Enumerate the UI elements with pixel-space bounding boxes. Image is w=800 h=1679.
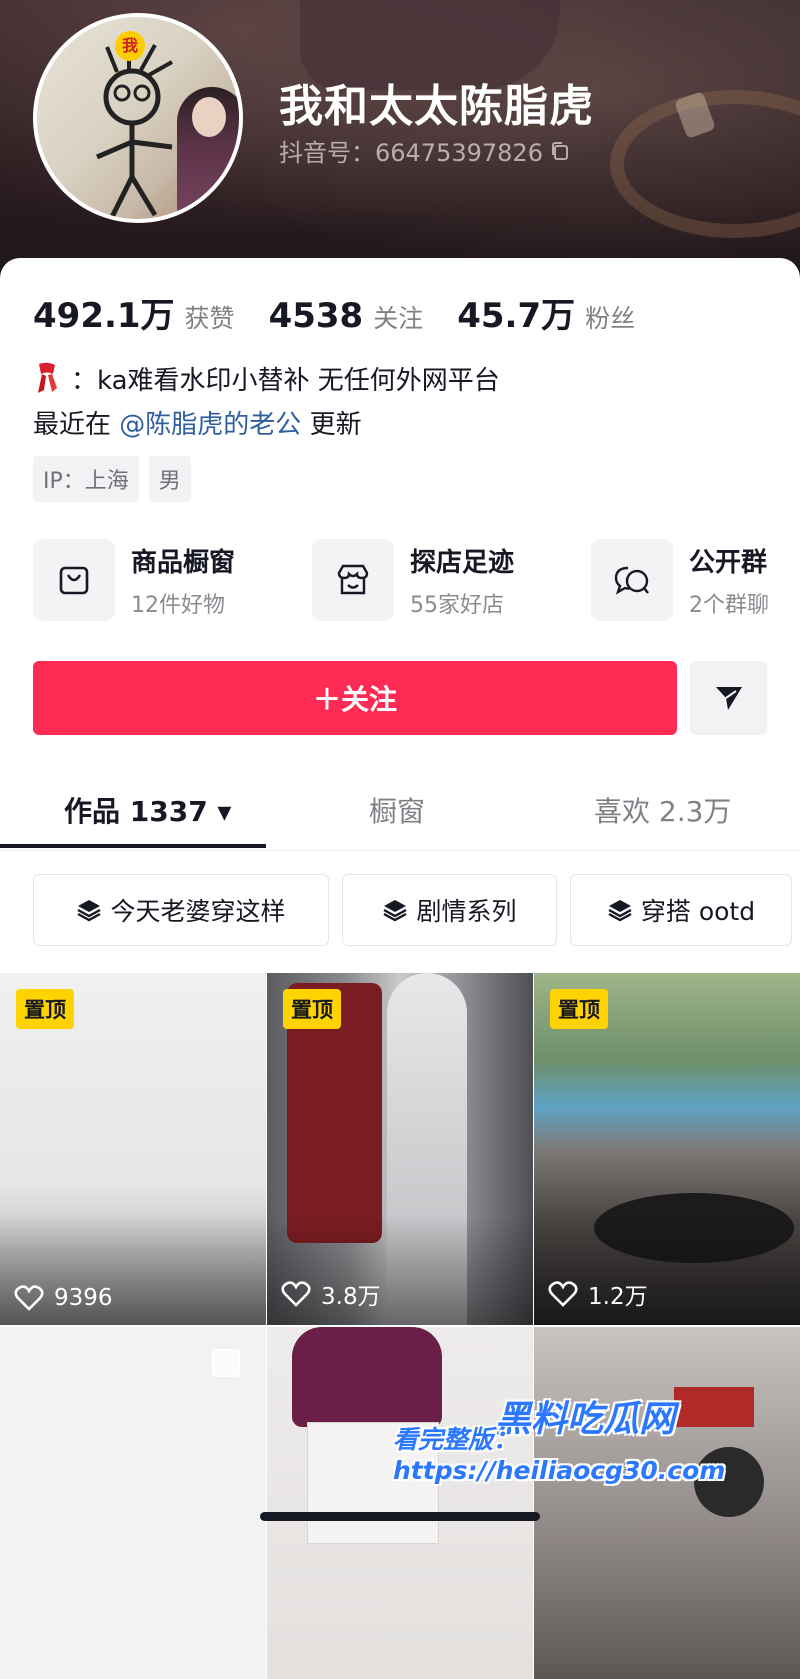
shortcut-public-group[interactable]: 公开群 2个群聊 (591, 538, 769, 622)
paper-plane-icon (715, 687, 742, 710)
pinned-badge: 置顶 (550, 989, 608, 1029)
shortcut-store-visits[interactable]: 探店足迹 55家好店 (312, 538, 514, 622)
avatar-badge: 我 (115, 31, 145, 61)
video-thumbnail[interactable]: 置顶 9396 (0, 973, 266, 1325)
stat-likes[interactable]: 492.1万 获赞 (33, 288, 235, 337)
stat-followers[interactable]: 45.7万 粉丝 (457, 288, 635, 337)
content-tabs: 作品 1337 ▾ 橱窗 喜欢 2.3万 (0, 780, 800, 851)
thumbnail-purple-top (292, 1327, 442, 1427)
bio-line-2: 最近在 @陈脂虎的老公 更新 (33, 404, 362, 441)
shortcut-title: 探店足迹 (410, 547, 515, 578)
video-thumbnail[interactable]: 置顶 1.2万 (534, 973, 800, 1325)
bio-line-1: ：ka难看水印小替补 无任何外网平台 (33, 360, 500, 397)
shortcut-title: 商品橱窗 (131, 547, 236, 578)
stats-row: 492.1万 获赞 4538 关注 45.7万 粉丝 (33, 288, 669, 337)
profile-name: 我和太太陈脂虎 (279, 81, 594, 132)
stat-label: 粉丝 (585, 304, 636, 333)
follow-button[interactable]: ＋关注 (33, 661, 677, 735)
shortcut-icon-box (33, 539, 115, 621)
active-tab-indicator (0, 844, 266, 848)
like-count: 1.2万 (548, 1277, 648, 1311)
stat-label: 获赞 (184, 304, 235, 333)
video-thumbnail[interactable] (534, 1327, 800, 1679)
heart-icon (281, 1281, 311, 1307)
layers-icon (608, 900, 632, 922)
collection-chip[interactable]: 剧情系列 (342, 874, 557, 946)
video-thumbnail[interactable] (0, 1327, 266, 1679)
pinned-badge: 置顶 (283, 989, 341, 1029)
douyin-id[interactable]: 抖音号：66475397826 (279, 133, 571, 168)
shortcut-subtitle: 12件好物 (131, 592, 225, 618)
shortcut-icon-box (591, 539, 673, 621)
bio-prefix: 最近在 (33, 410, 112, 440)
collection-label: 今天老婆穿这样 (110, 897, 286, 926)
avatar[interactable]: 我 (33, 13, 243, 223)
like-count-text: 3.8万 (321, 1284, 381, 1310)
layers-icon (383, 900, 408, 922)
tab-works[interactable]: 作品 1337 ▾ (64, 790, 231, 830)
heart-icon (14, 1285, 44, 1311)
collection-label: 穿搭 ootd (640, 897, 756, 926)
video-thumbnail[interactable]: 置顶 3.8万 (267, 973, 533, 1325)
gender-tag: 男 (148, 456, 191, 502)
like-count: 3.8万 (281, 1277, 381, 1311)
layers-icon (77, 900, 102, 922)
stat-label: 关注 (373, 304, 424, 333)
tab-likes[interactable]: 喜欢 2.3万 (594, 790, 731, 830)
stat-value: 45.7万 (457, 296, 576, 336)
watermark-url: 看完整版：https://heiliaocg30.com (393, 1425, 726, 1485)
profile-card: 492.1万 获赞 4538 关注 45.7万 粉丝 ：ka难看水印小替补 无任… (0, 258, 800, 1679)
shopping-bag-icon (59, 566, 89, 595)
bio-text: ：ka难看水印小替补 无任何外网平台 (71, 366, 500, 396)
ip-location-tag: IP：上海 (33, 456, 139, 502)
stat-value: 4538 (268, 296, 364, 336)
multi-image-icon (212, 1349, 240, 1377)
shortcuts-row: 商品橱窗 12件好物 探店足迹 55家好店 公开群 2个群聊 (33, 538, 800, 628)
copy-icon[interactable] (549, 140, 571, 162)
tab-shop-window[interactable]: 橱窗 (369, 790, 425, 830)
video-thumbnail[interactable] (267, 1327, 533, 1679)
profile-header: 我 我和太太陈脂虎 抖音号：66475397826 (0, 0, 800, 300)
shortcut-icon-box (312, 539, 394, 621)
scarf-emoji-icon (38, 362, 57, 393)
store-icon (337, 564, 369, 595)
avatar-face (192, 97, 226, 137)
like-count-text: 1.2万 (588, 1284, 648, 1310)
douyin-id-text: 抖音号：66475397826 (279, 139, 543, 167)
shortcut-subtitle: 55家好店 (410, 592, 504, 618)
mention-link[interactable]: @陈脂虎的老公 (119, 410, 301, 440)
shortcut-title: 公开群 (689, 547, 768, 578)
heart-icon (548, 1281, 578, 1307)
like-count-text: 9396 (54, 1285, 113, 1311)
collection-label: 剧情系列 (416, 897, 517, 926)
bio-suffix: 更新 (309, 410, 362, 440)
send-message-button[interactable] (690, 661, 767, 735)
like-count: 9396 (14, 1285, 113, 1311)
stat-following[interactable]: 4538 关注 (269, 296, 424, 336)
stat-value: 492.1万 (33, 296, 175, 336)
group-chat-icon (614, 566, 649, 595)
pinned-badge: 置顶 (16, 989, 74, 1029)
profile-tags: IP：上海 男 (33, 456, 191, 502)
shortcut-subtitle: 2个群聊 (689, 592, 769, 618)
collection-chip[interactable]: 穿搭 ootd (570, 874, 792, 946)
collection-chip[interactable]: 今天老婆穿这样 (33, 874, 329, 946)
home-indicator[interactable] (260, 1512, 540, 1521)
shortcut-shop-window[interactable]: 商品橱窗 12件好物 (33, 538, 235, 622)
